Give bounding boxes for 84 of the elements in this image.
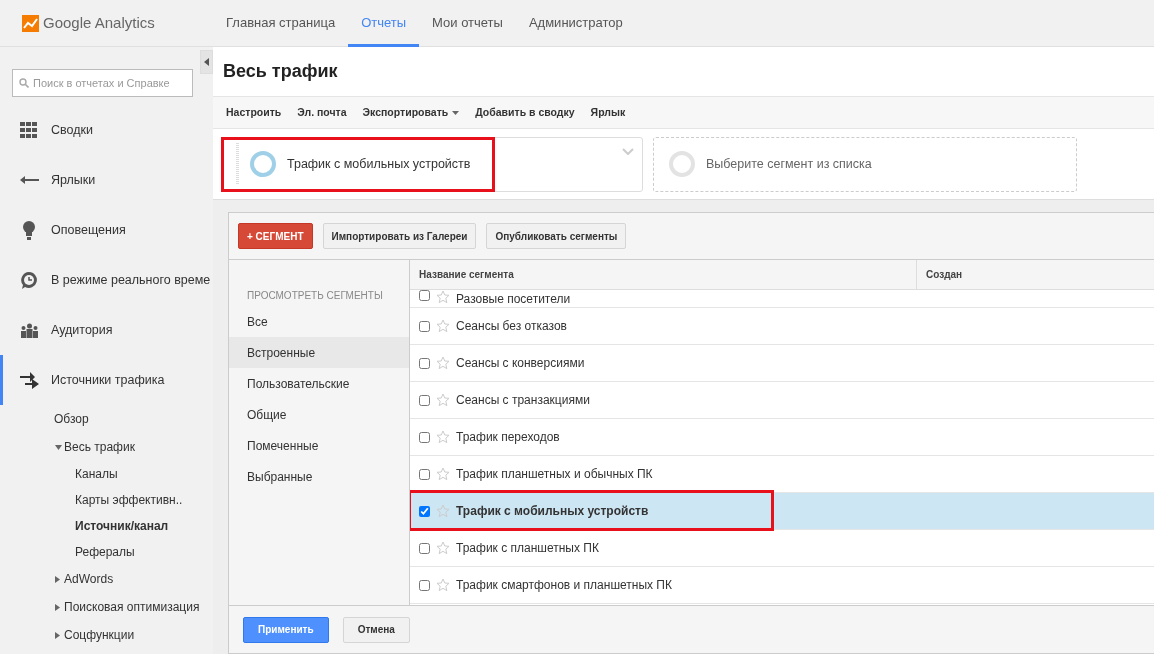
row-checkbox[interactable]	[419, 579, 430, 591]
collapse-button[interactable]	[200, 50, 213, 74]
chevron-down-icon	[622, 147, 634, 155]
ring-icon	[668, 150, 696, 178]
filter-item[interactable]: Общие	[229, 399, 409, 430]
segment-name: Трафик с мобильных устройств	[456, 503, 649, 520]
table-row[interactable]: Сеансы с транзакциями	[410, 382, 1154, 419]
segment-name: Трафик с планшетных ПК	[456, 540, 599, 557]
drag-handle-icon	[236, 143, 239, 185]
toolbar-button[interactable]: Добавить в сводку	[475, 104, 575, 121]
lightbulb-icon	[23, 220, 35, 240]
segment-label: Трафик с мобильных устройств	[287, 155, 471, 173]
row-checkbox[interactable]	[419, 394, 430, 406]
filter-item[interactable]: Пользовательские	[229, 368, 409, 399]
segment-card[interactable]: Трафик с мобильных устройств	[221, 136, 643, 192]
table-row[interactable]: Разовые посетители	[410, 290, 1154, 308]
toolbar-button[interactable]: Эл. почта	[297, 104, 347, 121]
row-checkbox[interactable]	[419, 505, 430, 517]
sidebar-item-label: В режиме реального време	[51, 271, 211, 289]
sidebar-subitem[interactable]: Соцфункции	[64, 626, 135, 644]
clock-icon	[20, 271, 38, 289]
segment-name: Разовые посетители	[456, 291, 571, 308]
toolbar-button[interactable]: Экспортировать	[362, 104, 460, 121]
action-button[interactable]: Импортировать из Галереи	[322, 223, 477, 249]
segment-name: Сеансы с транзакциями	[456, 392, 590, 409]
caret-left-icon	[204, 58, 209, 66]
sidebar-subitem[interactable]: Весь трафик	[64, 438, 135, 456]
segment-name: Трафик переходов	[456, 429, 560, 446]
column-header: Создан	[925, 268, 963, 282]
action-button[interactable]: + СЕГМЕНТ	[238, 223, 313, 249]
filter-item[interactable]: Выбранные	[229, 461, 409, 492]
segment-name: Сеансы с конверсиями	[456, 355, 585, 372]
ring-icon	[249, 150, 277, 178]
row-checkbox[interactable]	[419, 357, 430, 369]
people-icon	[19, 322, 39, 338]
table-row[interactable]: Трафик с планшетных ПК	[410, 530, 1154, 567]
sidebar-subitem[interactable]: Источник/канал	[75, 517, 169, 535]
table-row[interactable]: Трафик смартфонов и планшетных ПК	[410, 567, 1154, 604]
row-checkbox[interactable]	[419, 542, 430, 554]
report-title: Весь трафик	[223, 60, 338, 83]
sidebar-subitem[interactable]: Каналы	[75, 465, 118, 483]
table-row[interactable]: Сеансы без отказов	[410, 308, 1154, 345]
toolbar-button[interactable]: Настроить	[226, 104, 282, 121]
nav-tab[interactable]: Главная страница	[213, 0, 349, 47]
search-icon	[19, 78, 29, 88]
sidebar-item-label: Оповещения	[51, 221, 126, 239]
row-checkbox[interactable]	[419, 290, 430, 301]
sidebar-item-label: Сводки	[51, 121, 93, 139]
row-checkbox[interactable]	[419, 320, 430, 332]
sidebar-subitem[interactable]: Карты эффективн..	[75, 491, 183, 509]
nav-tab[interactable]: Администратор	[515, 0, 636, 47]
sidebar-subitem[interactable]: Обзор	[54, 410, 89, 428]
swap-arrows-icon	[19, 370, 39, 390]
action-button[interactable]: Отмена	[342, 616, 410, 643]
sidebar-item-label: Аудитория	[51, 321, 113, 339]
table-row[interactable]: Трафик переходов	[410, 419, 1154, 456]
filter-item[interactable]: Все	[229, 306, 409, 337]
nav-tab[interactable]: Мои отчеты	[419, 0, 516, 47]
toolbar-button[interactable]: Ярлык	[590, 104, 626, 121]
segment-label: Выберите сегмент из списка	[706, 155, 872, 173]
column-header: Название сегмента	[410, 260, 917, 289]
filter-item[interactable]: Помеченные	[229, 430, 409, 461]
row-checkbox[interactable]	[419, 468, 430, 480]
caret-icon	[452, 110, 460, 115]
segment-name: Трафик смартфонов и планшетных ПК	[456, 577, 672, 594]
app-logo-text: Google Analytics	[43, 12, 155, 33]
segment-name: Сеансы без отказов	[456, 318, 567, 335]
segment-name: Трафик планшетных и обычных ПК	[456, 466, 653, 483]
sidebar-subitem[interactable]: AdWords	[64, 570, 114, 588]
sidebar-item-label: Ярлыки	[51, 171, 96, 189]
logo-icon	[22, 14, 39, 32]
table-row[interactable]: Сеансы с конверсиями	[410, 345, 1154, 382]
grid-icon	[20, 122, 38, 138]
filter-item[interactable]: Встроенные	[229, 337, 409, 368]
row-checkbox[interactable]	[419, 431, 430, 443]
sidebar-subitem[interactable]: Рефералы	[75, 543, 135, 561]
arrow-icon	[19, 176, 39, 184]
sidebar-item-label: Источники трафика	[51, 371, 165, 389]
search-field[interactable]: Поиск в отчетах и Справке	[12, 69, 193, 97]
sidebar-subitem[interactable]: Поисковая оптимизация	[64, 598, 200, 616]
action-button[interactable]: Опубликовать сегменты	[486, 223, 627, 249]
selected-row[interactable]: Трафик с мобильных устройств	[410, 493, 1154, 530]
segment-card[interactable]: Выберите сегмент из списка	[653, 136, 1077, 192]
filter-heading: ПРОСМОТРЕТЬ СЕГМЕНТЫ	[246, 289, 384, 303]
